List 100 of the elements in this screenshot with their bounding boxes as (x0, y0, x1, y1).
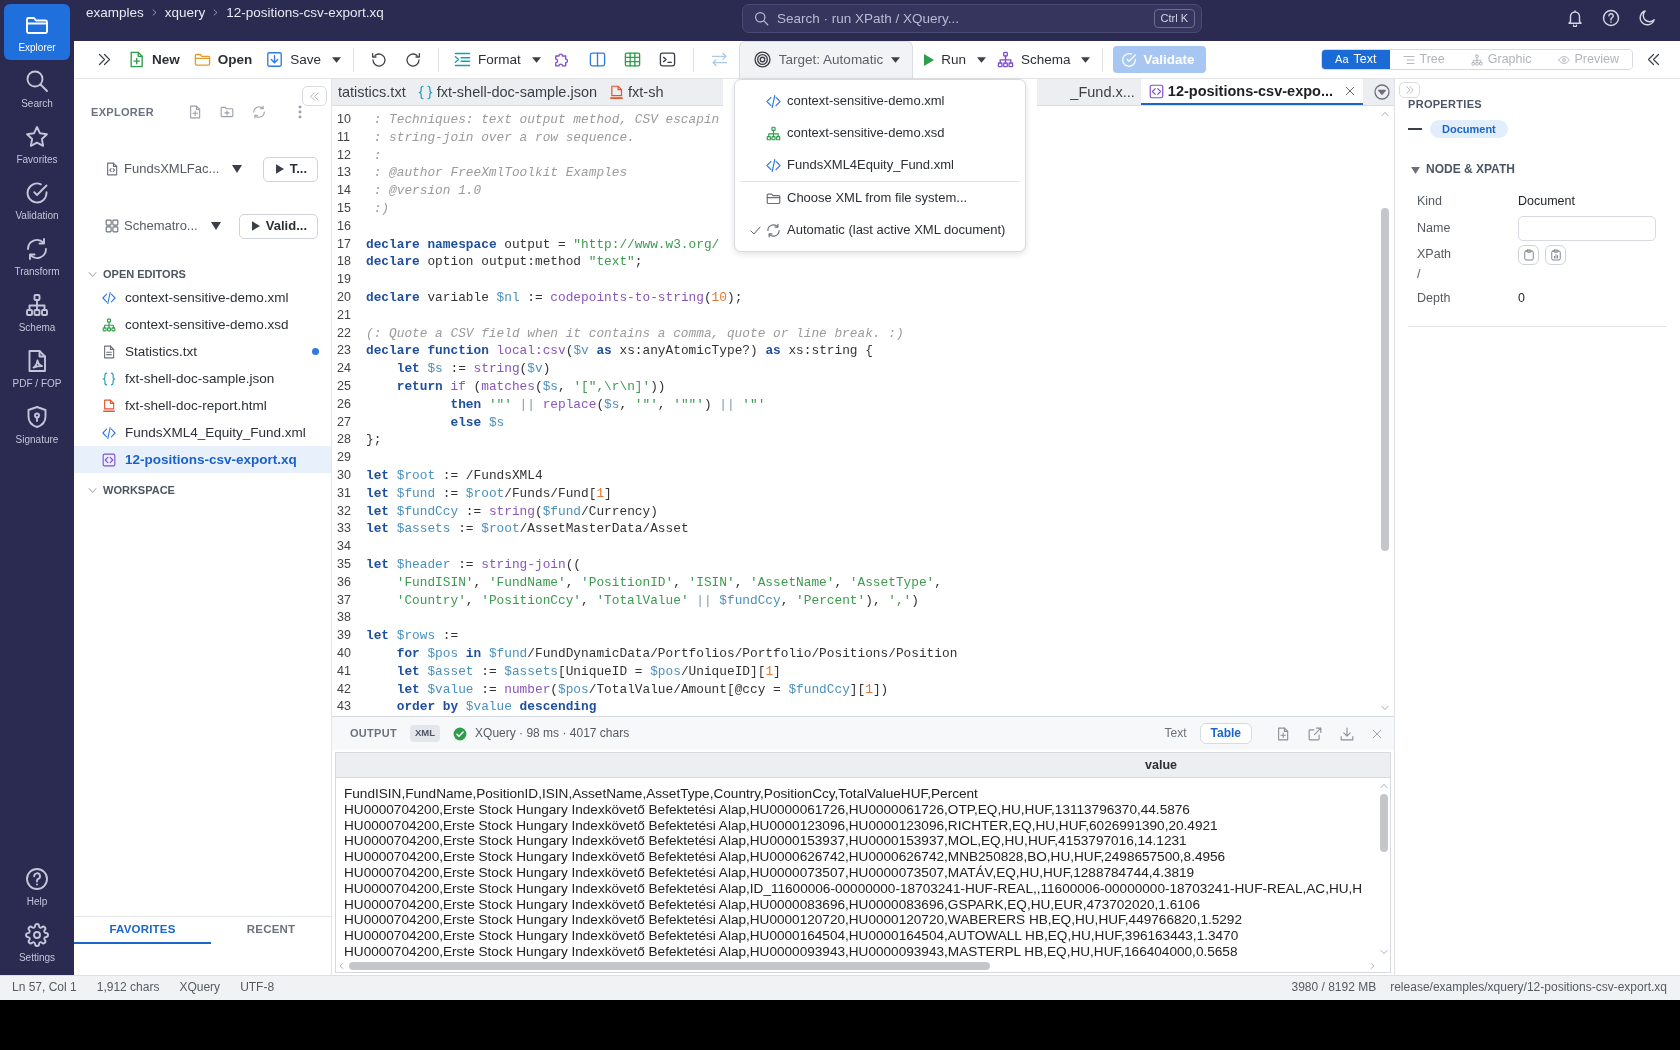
redo-icon[interactable] (405, 51, 422, 68)
output-line: HU0000704200,Erste Stock Hungary Indexkövető Befektetési Alap,HU0000626742,HU0000626742,MNB250828,BO,HU,HUF,2498657500,8.4956 (344, 849, 1226, 865)
column-header[interactable]: value (1145, 756, 1177, 774)
menu-item[interactable]: context-sensitive-demo.xml (741, 85, 945, 117)
close-icon[interactable] (1372, 728, 1382, 739)
chevron-up-icon[interactable] (1380, 782, 1388, 790)
activity-bar-item[interactable]: Validation (4, 172, 70, 228)
search-field[interactable]: Search · run XPath / XQuery... (777, 9, 1146, 28)
format-button[interactable]: Format (447, 45, 528, 74)
panel-tab[interactable]: RECENT (211, 917, 331, 944)
activity-bar-item[interactable]: Schema (4, 284, 70, 340)
save-button[interactable]: Save (259, 45, 329, 74)
editor-tab[interactable]: 12-positions-csv-expo... (1140, 79, 1363, 105)
hierarchy-icon (766, 125, 781, 141)
double-chevron-left-icon[interactable] (1646, 52, 1661, 67)
help-icon[interactable] (1602, 9, 1620, 27)
folder-plus-icon[interactable] (220, 105, 234, 119)
breadcrumb-item[interactable]: xquery (164, 4, 206, 22)
activity-bar-item[interactable]: Settings (4, 914, 70, 970)
breadcrumb-item[interactable]: examples (86, 4, 144, 22)
code-box-icon (1148, 83, 1164, 99)
code-line: declare function local:csv($v as xs:anyAtomicType?) as xs:string { (366, 342, 873, 361)
undo-icon[interactable] (371, 51, 388, 68)
section-header[interactable]: OPEN EDITORS (103, 266, 186, 282)
view-mode-tab[interactable]: Aa Text (1322, 50, 1390, 69)
chevron-down-icon[interactable] (1381, 704, 1389, 712)
code-line: : @author FreeXmlToolkit Examples (372, 164, 628, 183)
activity-bar-item[interactable]: PDF / FOP (4, 340, 70, 396)
open-editor-item[interactable]: 12-positions-csv-export.xq (74, 446, 331, 473)
input-field[interactable] (1518, 215, 1656, 241)
caret-down-icon[interactable] (1411, 166, 1420, 174)
editor-tab[interactable]: tatistics.txt (332, 79, 412, 105)
clipboard-button[interactable] (1518, 244, 1539, 265)
refresh-icon[interactable] (252, 105, 266, 119)
status-item: 3980 / 8192 MB (1291, 980, 1377, 996)
picker-dropdown[interactable]: FundsXMLFac... (105, 160, 243, 178)
code-line: let $fundCcy := string($fund/Currency) (366, 502, 658, 521)
table-icon[interactable] (623, 51, 641, 68)
double-chevron-right-icon[interactable] (97, 52, 112, 67)
menu-item[interactable]: FundsXML4Equity_Fund.xml (741, 149, 954, 181)
code-line: let $asset := $assets[UniqueID = $pos/UniqueID][1] (395, 662, 781, 681)
editor-tab[interactable]: fxt-sh (603, 79, 670, 105)
download-icon[interactable] (1340, 726, 1354, 741)
breadcrumb-item[interactable]: 12-positions-csv-export.xq (226, 4, 384, 22)
open-editor-item[interactable]: context-sensitive-demo.xsd (74, 311, 331, 338)
play-button[interactable]: T... (262, 156, 318, 182)
scrollbar-thumb[interactable] (349, 962, 990, 970)
open-editor-item[interactable]: context-sensitive-demo.xml (74, 284, 331, 311)
view-mode-tab[interactable]: Text (1153, 722, 1198, 745)
target-dropdown-button[interactable]: Target: Automatic (738, 41, 914, 78)
menu-item[interactable]: context-sensitive-demo.xsd (741, 117, 945, 149)
chevron-right-icon[interactable] (1369, 962, 1376, 970)
close-icon[interactable] (1345, 86, 1355, 96)
new-button[interactable]: New (121, 45, 187, 74)
open-editor-item[interactable]: fxt-shell-doc-report.html (74, 392, 331, 419)
collapse-panel-button[interactable] (1399, 82, 1420, 98)
bell-icon[interactable] (1566, 9, 1584, 27)
menu-item[interactable]: Automatic (last active XML document) (741, 214, 1006, 246)
section-header[interactable]: NODE & XPATH (1426, 162, 1515, 178)
external-link-icon[interactable] (1308, 726, 1322, 741)
activity-bar-item[interactable]: Favorites (4, 116, 70, 172)
open-editor-item[interactable]: Statistics.txt (74, 338, 331, 365)
menu-item[interactable]: Choose XML from file system... (741, 182, 968, 214)
activity-bar-item[interactable]: Search (4, 60, 70, 116)
split-view-icon[interactable] (588, 51, 606, 68)
chevron-down-icon[interactable] (88, 485, 97, 495)
activity-bar-item[interactable]: Transform (4, 228, 70, 284)
chevron-left-icon[interactable] (338, 962, 345, 970)
refresh-icon (25, 237, 49, 261)
open-button[interactable]: Open (186, 45, 260, 74)
scrollbar-thumb[interactable] (1381, 208, 1389, 551)
view-mode-tab[interactable]: Table (1199, 722, 1252, 745)
open-editor-item[interactable]: FundsXML4_Equity_Fund.xml (74, 419, 331, 446)
file-plus-icon[interactable] (188, 105, 202, 119)
panel-tab[interactable]: FAVORITES (74, 917, 211, 944)
file-plus-icon[interactable] (1276, 726, 1290, 741)
search-bar[interactable]: Search · run XPath / XQuery... Ctrl K (742, 4, 1202, 33)
tab-list-icon[interactable] (1374, 84, 1390, 100)
scrollbar-thumb[interactable] (1380, 794, 1388, 852)
chevron-up-icon[interactable] (1381, 110, 1389, 118)
editor-tab[interactable]: fxt-shell-doc-sample.json (411, 79, 604, 105)
open-editor-item[interactable]: fxt-shell-doc-sample.json (74, 365, 331, 392)
activity-bar-item[interactable]: Explorer (4, 4, 70, 60)
picker-dropdown[interactable]: Schematro... (105, 217, 221, 235)
moon-icon[interactable] (1638, 9, 1656, 27)
activity-bar-item[interactable]: Help (4, 858, 70, 914)
chevron-down-icon[interactable] (1380, 948, 1388, 956)
section-header[interactable]: WORKSPACE (103, 482, 175, 498)
chevron-right-icon (212, 8, 220, 18)
schema-button[interactable]: Schema (989, 45, 1078, 74)
run-button[interactable]: Run (917, 45, 973, 74)
chevron-down-icon[interactable] (88, 269, 97, 279)
clipboard-button[interactable] (1545, 244, 1566, 265)
activity-bar-item[interactable]: Signature (4, 396, 70, 452)
hierarchy-icon (25, 293, 49, 317)
collapse-panel-button[interactable] (302, 86, 327, 106)
play-button[interactable]: Valid... (238, 213, 318, 239)
puzzle-icon[interactable] (553, 51, 571, 68)
terminal-icon[interactable] (658, 51, 676, 68)
editor-tab[interactable]: _Fund.x... (1064, 79, 1141, 105)
